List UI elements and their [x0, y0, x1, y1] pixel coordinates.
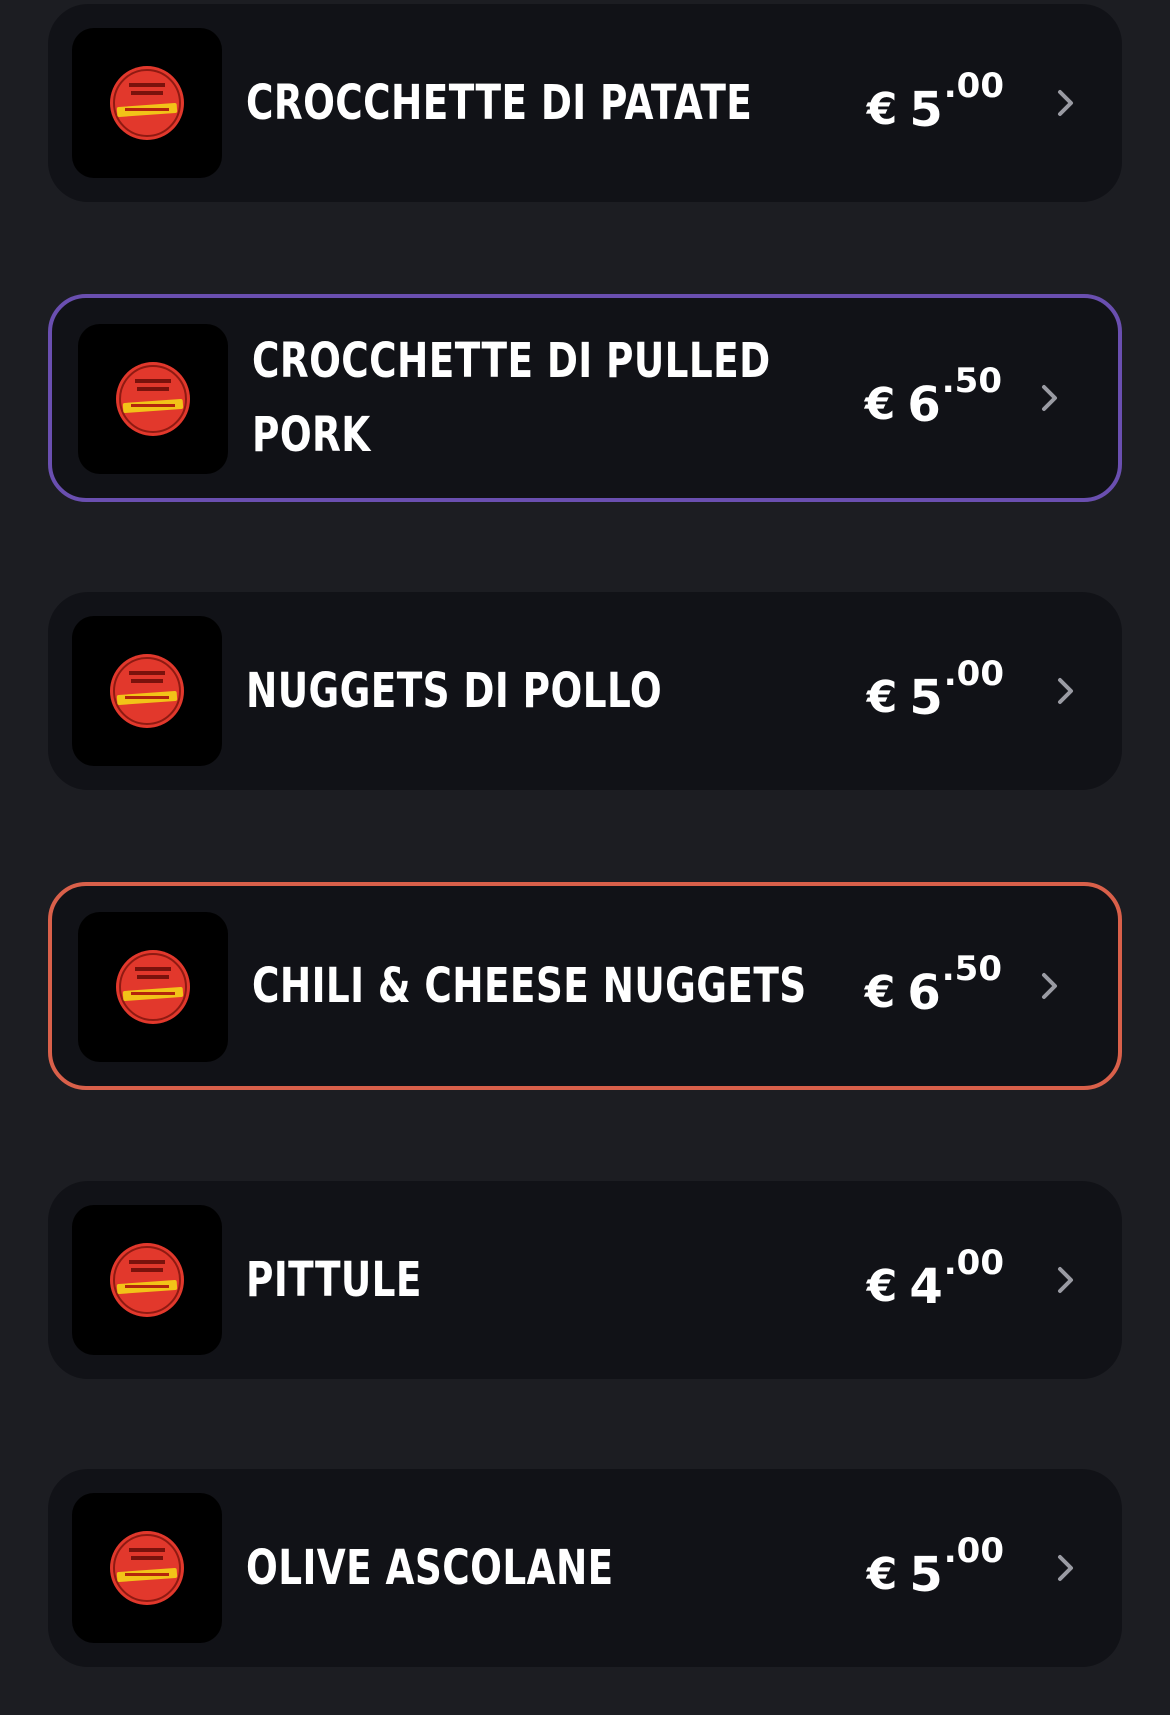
- menu-item-nuggets-di-pollo[interactable]: NUGGETS DI POLLO €5.00: [48, 592, 1122, 790]
- item-price: €4.00: [866, 1243, 1004, 1315]
- habitus-logo-icon: [116, 950, 190, 1024]
- item-thumbnail: [78, 912, 228, 1062]
- item-price: €6.50: [864, 949, 1002, 1021]
- menu-item-olive-ascolane[interactable]: OLIVE ASCOLANE €5.00: [48, 1469, 1122, 1667]
- item-name: PITTULE: [246, 1252, 422, 1308]
- item-thumbnail: [78, 324, 228, 474]
- menu-item-pittule[interactable]: PITTULE €4.00: [48, 1181, 1122, 1379]
- menu-list: CROCCHETTE DI PATATE €5.00 CROCCHETTE DI…: [0, 0, 1170, 1715]
- item-name: NUGGETS DI POLLO: [246, 663, 663, 719]
- item-price: €6.50: [864, 361, 1002, 433]
- item-thumbnail: [72, 28, 222, 178]
- chevron-right-icon: [1042, 973, 1057, 999]
- menu-item-crocchette-di-patate[interactable]: CROCCHETTE DI PATATE €5.00: [48, 4, 1122, 202]
- chevron-right-icon: [1042, 385, 1057, 411]
- habitus-logo-icon: [110, 1531, 184, 1605]
- item-price: €5.00: [866, 66, 1004, 138]
- item-name: CHILI & CHEESE NUGGETS: [252, 958, 807, 1014]
- habitus-logo-icon: [110, 66, 184, 140]
- chevron-right-icon: [1058, 1555, 1073, 1581]
- chevron-right-icon: [1058, 90, 1073, 116]
- item-thumbnail: [72, 1205, 222, 1355]
- habitus-logo-icon: [110, 654, 184, 728]
- menu-item-crocchette-di-pulled-pork[interactable]: CROCCHETTE DI PULLED PORK €6.50: [48, 294, 1122, 502]
- item-thumbnail: [72, 1493, 222, 1643]
- habitus-logo-icon: [110, 1243, 184, 1317]
- chevron-right-icon: [1058, 1267, 1073, 1293]
- menu-item-chili-cheese-nuggets[interactable]: CHILI & CHEESE NUGGETS €6.50: [48, 882, 1122, 1090]
- chevron-right-icon: [1058, 678, 1073, 704]
- item-price: €5.00: [866, 654, 1004, 726]
- item-price: €5.00: [866, 1531, 1004, 1603]
- item-name: CROCCHETTE DI PATATE: [246, 75, 753, 131]
- item-name: CROCCHETTE DI PULLED PORK: [252, 333, 771, 463]
- item-thumbnail: [72, 616, 222, 766]
- item-name: OLIVE ASCOLANE: [246, 1540, 614, 1596]
- habitus-logo-icon: [116, 362, 190, 436]
